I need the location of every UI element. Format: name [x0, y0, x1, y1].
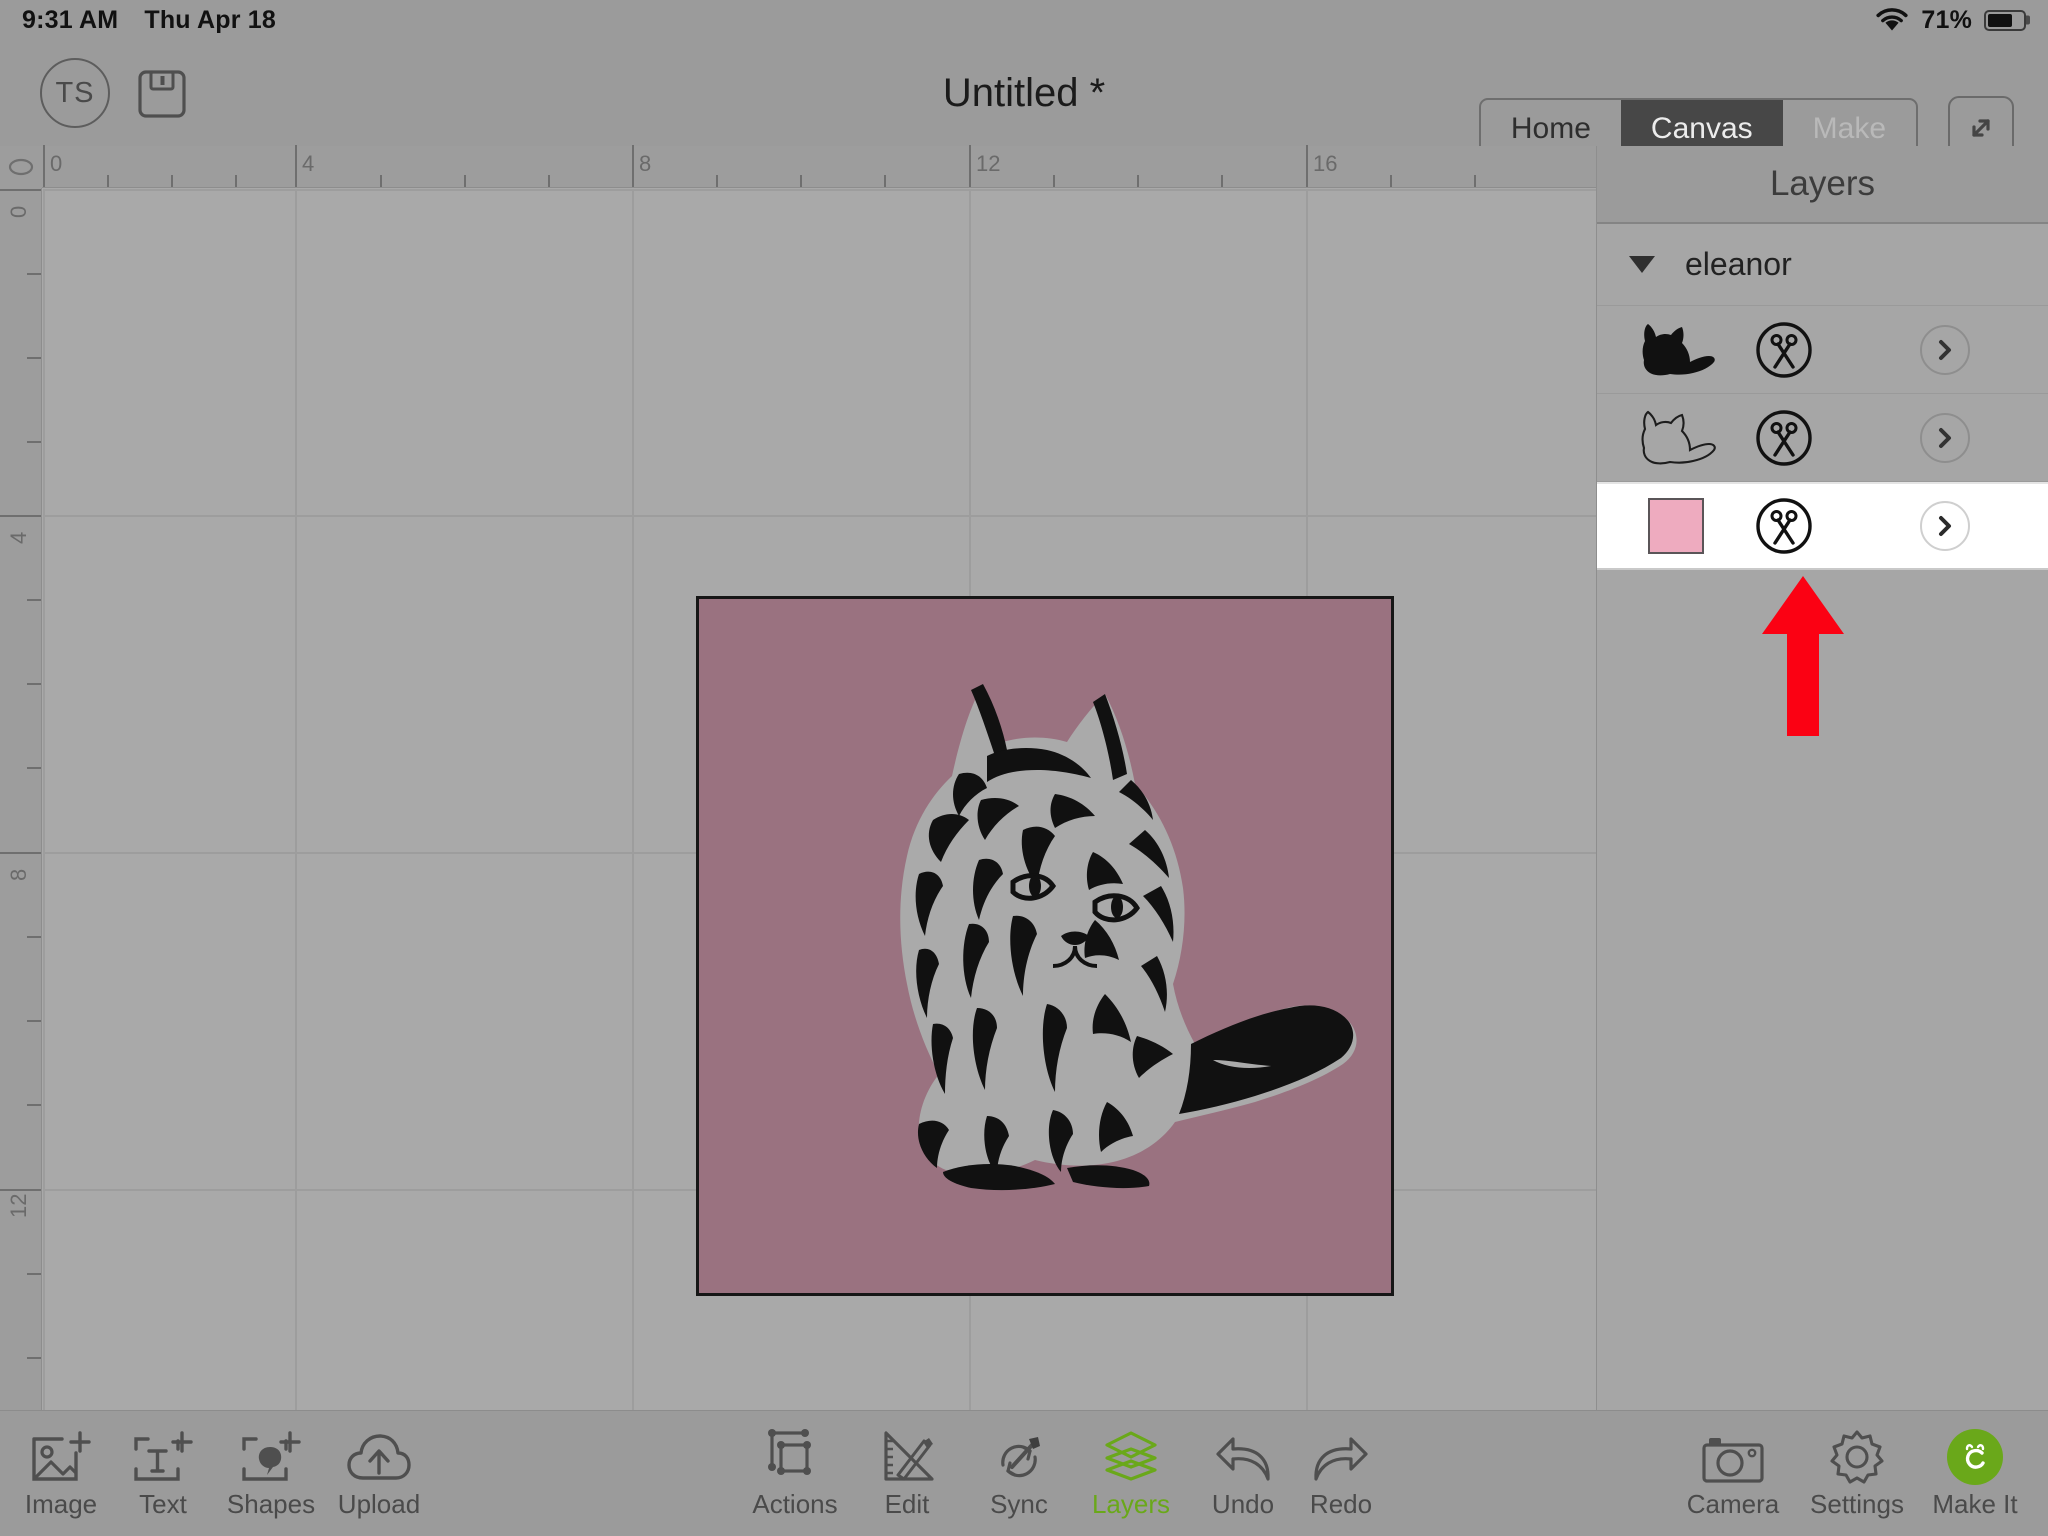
toolbar-button-shapes[interactable]: Shapes: [216, 1421, 326, 1531]
ellipse-origin-icon: [8, 158, 34, 176]
ruler-v-label-8: 8: [6, 868, 31, 881]
cat-silhouette-outline-icon: [1641, 410, 1716, 464]
layer-row-selected[interactable]: [1597, 482, 2048, 570]
layers-panel-title: Layers: [1597, 146, 2048, 224]
layer-thumbnail-cat-outline[interactable]: [1633, 407, 1719, 469]
caret-down-icon[interactable]: [1629, 256, 1655, 273]
toolbar-label-image: Image: [24, 1489, 98, 1519]
layer-thumbnail-cat-filled[interactable]: [1633, 319, 1719, 381]
layer-group-row[interactable]: eleanor: [1597, 224, 2048, 306]
toolbar-button-redo[interactable]: Redo: [1286, 1421, 1396, 1531]
redo-arrow-icon: [1311, 1421, 1371, 1485]
layer-thumbnail-color-swatch[interactable]: [1633, 495, 1719, 557]
toolbar-button-upload[interactable]: Upload: [324, 1421, 434, 1531]
toolbar-button-edit[interactable]: Edit: [852, 1421, 962, 1531]
toolbar-button-sync[interactable]: Sync: [964, 1421, 1074, 1531]
ruler-v-label-4: 4: [6, 531, 31, 544]
layer-detail-chevron-button[interactable]: [1920, 412, 1970, 463]
layers-panel: Layers eleanor: [1596, 146, 2048, 1410]
document-title-text: Untitled *: [942, 70, 1106, 115]
chevron-right-icon: [1939, 427, 1951, 448]
scissors-cut-icon[interactable]: [1755, 497, 1813, 555]
canvas-area[interactable]: 0 4 8 12 16 0 4 8 12: [0, 145, 1596, 1410]
wifi-icon: [1875, 7, 1909, 33]
layer-detail-chevron-button[interactable]: [1920, 501, 1970, 551]
status-bar: 9:31 AM Thu Apr 18 71%: [0, 0, 2048, 40]
layer-detail-chevron-button[interactable]: [1920, 324, 1970, 375]
scissors-cut-icon[interactable]: [1755, 409, 1813, 467]
toolbar-button-settings[interactable]: Settings: [1802, 1421, 1912, 1531]
ruler-v-label-0: 0: [6, 205, 31, 218]
add-shapes-icon: [240, 1421, 302, 1485]
status-bar-right: 71%: [1875, 5, 2030, 35]
layers-stack-icon: [1102, 1421, 1160, 1485]
ruler-h-label-4: 4: [302, 151, 315, 176]
gear-icon: [1828, 1421, 1886, 1485]
toolbar-button-undo[interactable]: Undo: [1188, 1421, 1298, 1531]
toolbar-button-actions[interactable]: Actions: [740, 1421, 850, 1531]
status-time: 9:31 AM: [22, 5, 119, 34]
ruler-vertical: 0 4 8 12: [0, 146, 42, 1410]
cloud-upload-icon: [346, 1421, 412, 1485]
add-text-icon: [132, 1421, 194, 1485]
cat-illustration[interactable]: [747, 624, 1367, 1244]
actions-bounding-box-icon: [765, 1421, 825, 1485]
ruler-horizontal: 0 4 8 12 16: [0, 145, 1596, 188]
battery-percent-label: 71%: [1921, 5, 1972, 34]
toolbar-button-camera[interactable]: Camera: [1678, 1421, 1788, 1531]
camera-icon: [1700, 1421, 1766, 1485]
toolbar-label-redo: Redo: [1309, 1489, 1373, 1519]
ruler-pencil-icon: [878, 1421, 936, 1485]
add-image-icon: [30, 1421, 92, 1485]
chevron-right-icon: [1939, 339, 1951, 360]
ruler-h-label-12: 12: [976, 151, 1001, 176]
toolbar-label-shapes: Shapes: [226, 1489, 316, 1519]
ruler-v-label-12: 12: [6, 1193, 31, 1218]
top-bar: TS Untitled * Home Canvas Make: [0, 40, 2048, 160]
annotation-arrow-up-icon: [1762, 576, 1844, 736]
cat-silhouette-filled-icon: [1642, 323, 1715, 375]
ruler-origin-toggle[interactable]: [0, 146, 42, 188]
status-date: Thu Apr 18: [144, 5, 276, 34]
artboard[interactable]: [696, 596, 1394, 1296]
toolbar-label-layers: Layers: [1091, 1489, 1171, 1519]
ruler-h-label-16: 16: [1313, 151, 1338, 176]
status-bar-left: 9:31 AM Thu Apr 18: [22, 6, 276, 35]
toolbar-label-upload: Upload: [337, 1489, 421, 1519]
toolbar-label-undo: Undo: [1211, 1489, 1275, 1519]
layer-group-name: eleanor: [1685, 246, 1792, 282]
bottom-toolbar: Image Text Shapes Upload Actions Edit Sy…: [0, 1410, 2048, 1536]
battery-icon: [1984, 9, 2030, 31]
cricut-logo-icon: [1947, 1421, 2003, 1485]
toolbar-label-settings: Settings: [1810, 1489, 1904, 1519]
toolbar-label-camera: Camera: [1686, 1489, 1780, 1519]
toolbar-button-layers[interactable]: Layers: [1076, 1421, 1186, 1531]
ruler-h-label-0: 0: [50, 151, 63, 176]
toolbar-button-text[interactable]: Text: [108, 1421, 218, 1531]
chevron-right-icon: [1939, 516, 1951, 536]
expand-diagonal-icon: [1972, 119, 1990, 137]
layers-title-text: Layers: [1769, 164, 1876, 203]
undo-arrow-icon: [1213, 1421, 1273, 1485]
toolbar-label-text: Text: [139, 1489, 187, 1519]
scissors-cut-icon[interactable]: [1755, 321, 1813, 379]
make-it-button[interactable]: Make It: [1920, 1421, 2030, 1531]
ruler-h-label-8: 8: [639, 151, 652, 176]
sync-eyedropper-icon: [990, 1421, 1048, 1485]
layer-row[interactable]: [1597, 306, 2048, 394]
toolbar-label-actions: Actions: [752, 1489, 838, 1519]
toolbar-label-make-it: Make It: [1932, 1489, 2018, 1519]
color-swatch[interactable]: [1648, 498, 1704, 554]
toolbar-button-image[interactable]: Image: [6, 1421, 116, 1531]
toolbar-label-edit: Edit: [884, 1489, 930, 1519]
toolbar-label-sync: Sync: [990, 1489, 1048, 1519]
layer-row[interactable]: [1597, 394, 2048, 482]
